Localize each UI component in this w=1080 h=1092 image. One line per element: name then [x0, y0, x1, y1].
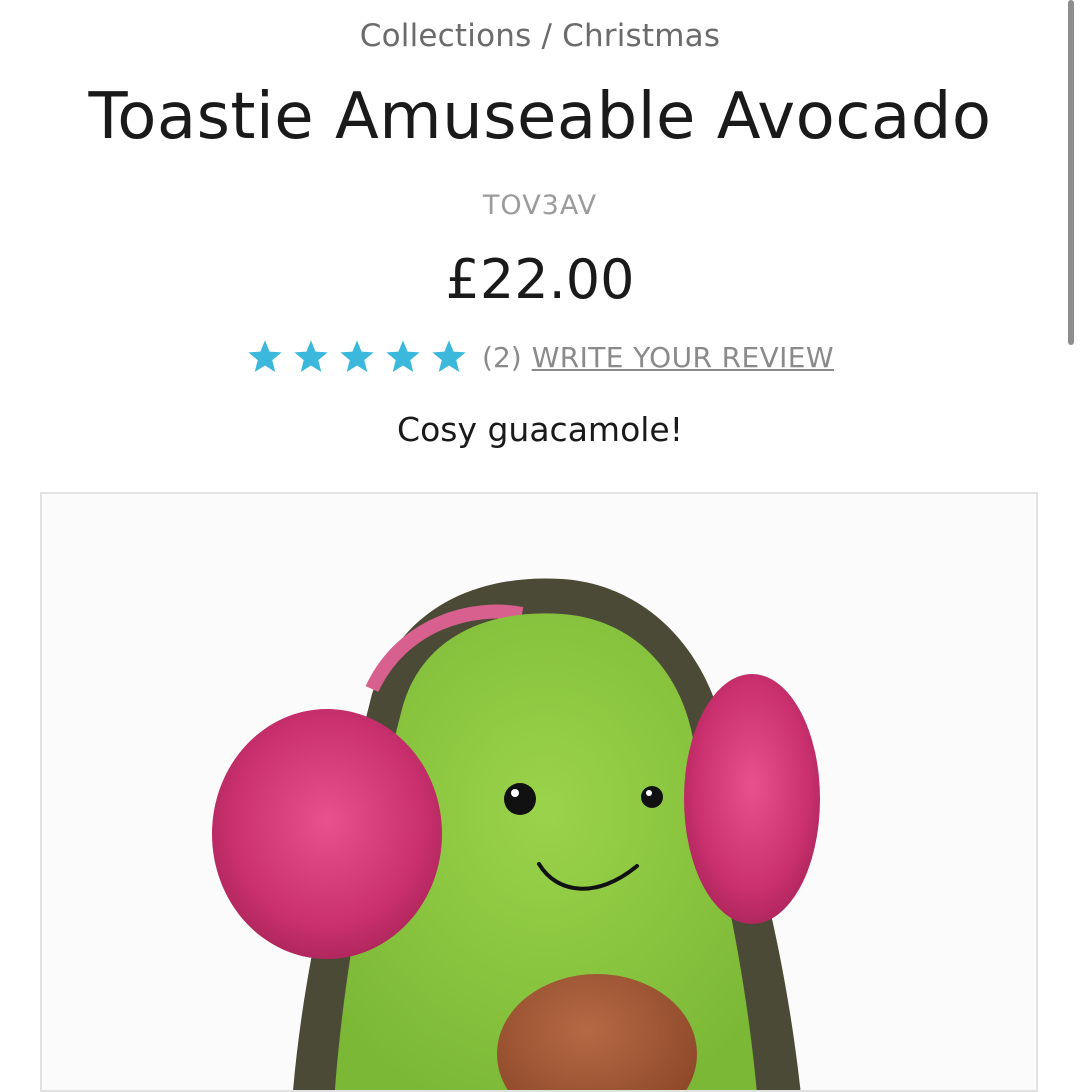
page-scrollbar[interactable] [1068, 0, 1074, 345]
review-count[interactable]: (2) [482, 341, 522, 374]
product-sku: TOV3AV [482, 190, 598, 221]
product-tagline: Cosy guacamole! [397, 410, 683, 449]
avocado-plush-illustration [212, 578, 820, 1090]
earmuff-left [212, 709, 442, 959]
star-icon [430, 338, 468, 376]
breadcrumb-separator: / [541, 18, 553, 54]
star-icon [338, 338, 376, 376]
star-icon [246, 338, 284, 376]
rating-row: (2) WRITE YOUR REVIEW [0, 338, 1080, 376]
breadcrumb: Collections / Christmas [0, 18, 1080, 54]
star-rating[interactable] [246, 338, 468, 376]
breadcrumb-christmas[interactable]: Christmas [562, 18, 720, 54]
avocado-right-eye [641, 786, 663, 808]
earmuff-right [684, 674, 820, 924]
breadcrumb-collections[interactable]: Collections [360, 18, 532, 54]
star-icon [384, 338, 422, 376]
product-price: £22.00 [445, 248, 635, 311]
product-image[interactable] [40, 492, 1038, 1092]
avocado-left-eye [504, 783, 536, 815]
product-title: Toastie Amuseable Avocado [88, 80, 992, 154]
star-icon [292, 338, 330, 376]
write-review-link[interactable]: WRITE YOUR REVIEW [532, 341, 834, 374]
